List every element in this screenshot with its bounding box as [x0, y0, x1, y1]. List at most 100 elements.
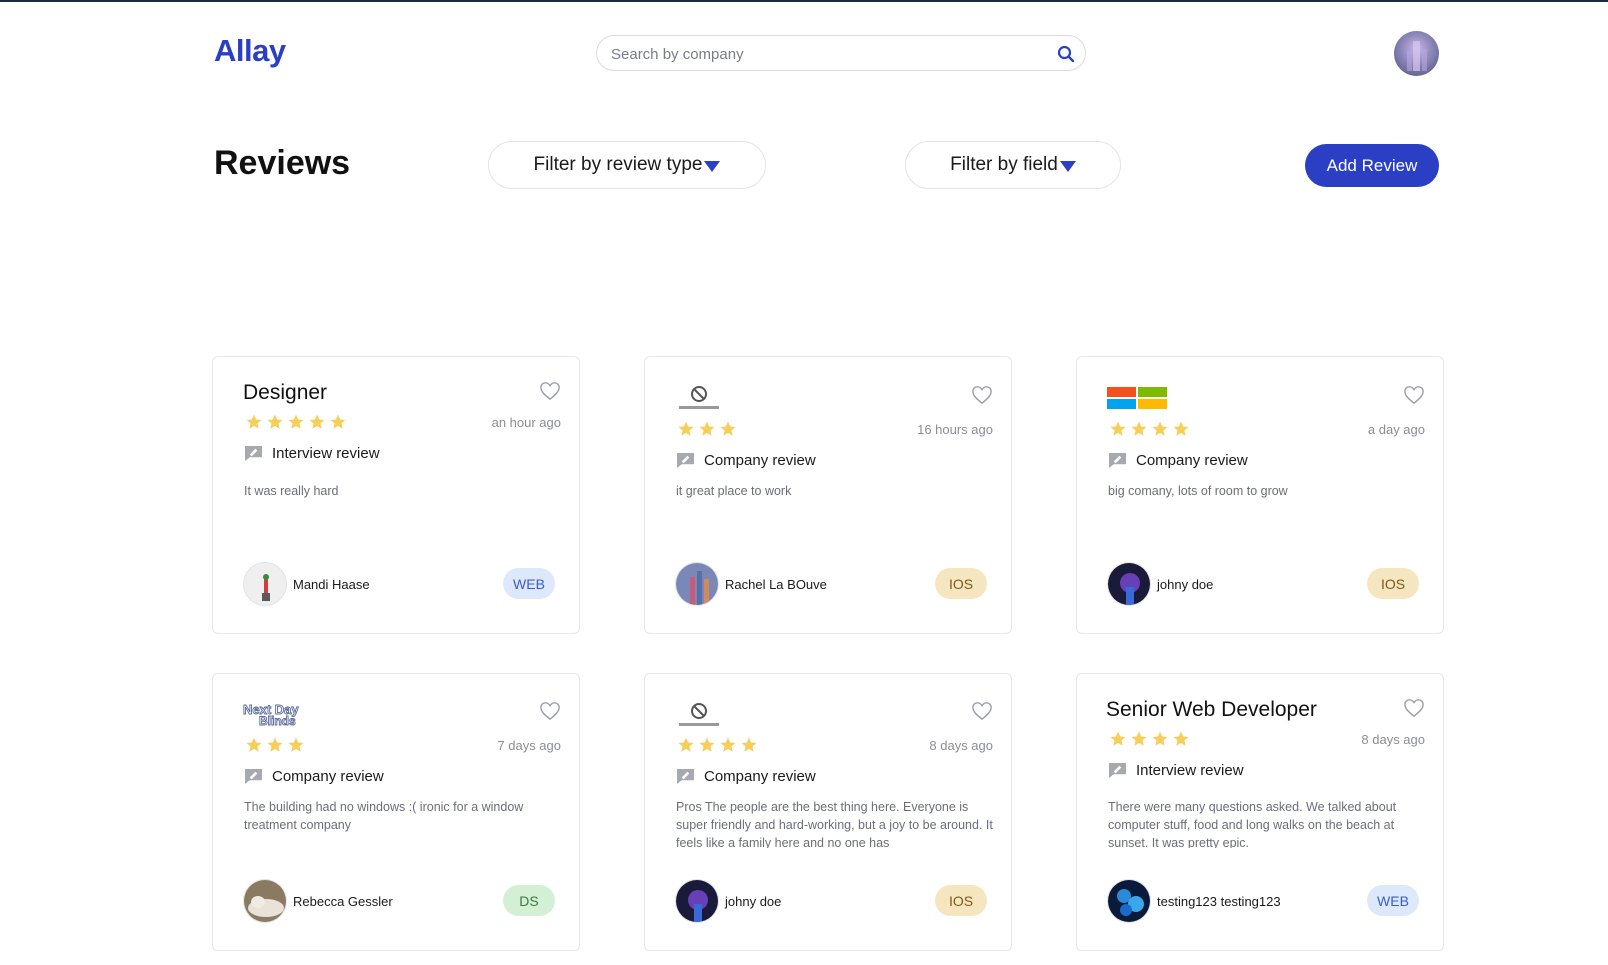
- star-rating: [677, 736, 758, 754]
- review-type: Interview review: [1108, 762, 1244, 779]
- review-author: johny doe: [675, 879, 781, 923]
- star-icon: [678, 421, 694, 436]
- review-card[interactable]: Senior Web Developer 8 days ago Intervie…: [1076, 673, 1444, 951]
- review-time: a day ago: [1367, 422, 1425, 437]
- review-type: Company review: [676, 768, 816, 785]
- star-icon: [699, 737, 715, 752]
- author-name: johny doe: [725, 893, 782, 909]
- review-author: johny doe: [1107, 562, 1213, 606]
- review-type-label: Company review: [1136, 452, 1248, 469]
- review-comment-icon: [677, 768, 694, 785]
- next-day-blinds-logo: Next DayBlinds: [243, 702, 300, 729]
- star-icon: [699, 421, 715, 436]
- filter-review-type-label: Filter by review type: [533, 154, 703, 175]
- heart-icon[interactable]: [1403, 385, 1425, 405]
- allay-logo[interactable]: Allay: [214, 33, 286, 69]
- field-badge: IOS: [935, 568, 987, 599]
- field-badge: WEB: [1367, 885, 1419, 916]
- review-text: It was really hard: [244, 484, 339, 498]
- star-icon: [1173, 421, 1189, 436]
- review-time: 7 days ago: [497, 738, 561, 753]
- star-icon: [330, 414, 346, 429]
- heart-icon[interactable]: [539, 701, 561, 721]
- star-icon: [1131, 731, 1147, 746]
- review-time: 8 days ago: [929, 738, 993, 753]
- star-rating: [1109, 730, 1190, 748]
- review-text: it great place to work: [676, 484, 792, 498]
- review-time: 16 hours ago: [917, 422, 993, 437]
- review-comment-icon: [1109, 452, 1126, 469]
- star-icon: [720, 421, 736, 436]
- star-rating: [245, 413, 347, 431]
- review-card[interactable]: Next Day Blinds 7 days ago Company review…: [212, 673, 580, 951]
- review-card[interactable]: 8 days ago Company review Pros The peopl…: [644, 673, 1012, 951]
- review-type-label: Interview review: [272, 445, 380, 462]
- review-job-title: Designer: [243, 381, 328, 404]
- star-rating: [245, 736, 305, 754]
- star-rating: [1109, 420, 1190, 438]
- star-icon: [720, 737, 736, 752]
- field-badge: DS: [503, 885, 555, 916]
- svg-text:Blinds: Blinds: [259, 714, 296, 728]
- field-badge: IOS: [935, 885, 987, 916]
- review-type: Company review: [676, 452, 816, 469]
- review-author: testing123 testing123: [1107, 879, 1281, 923]
- author-avatar: [675, 562, 719, 606]
- author-name: Rachel La BOuve: [725, 576, 827, 592]
- star-icon: [1152, 421, 1168, 436]
- star-icon: [1152, 731, 1168, 746]
- star-icon: [288, 414, 304, 429]
- review-comment-icon: [1109, 762, 1126, 779]
- author-name: Mandi Haase: [293, 576, 370, 592]
- star-icon: [1131, 421, 1147, 436]
- author-name: Rebecca Gessler: [293, 893, 393, 909]
- user-avatar[interactable]: [1394, 31, 1439, 76]
- review-text: The building had no windows :( ironic fo…: [244, 800, 524, 832]
- review-comment-icon: [245, 445, 262, 462]
- heart-icon[interactable]: [1403, 698, 1425, 718]
- star-icon: [246, 414, 262, 429]
- author-avatar: [1107, 562, 1151, 606]
- review-card[interactable]: a day ago Company review big comany, lot…: [1076, 356, 1444, 634]
- heart-icon[interactable]: [539, 381, 561, 401]
- search-icon[interactable]: [1057, 45, 1075, 63]
- search-input[interactable]: [611, 44, 1041, 64]
- review-comment-icon: [245, 768, 262, 785]
- star-icon: [1173, 731, 1189, 746]
- author-avatar: [675, 879, 719, 923]
- author-avatar: [243, 879, 287, 923]
- review-type-label: Company review: [704, 768, 816, 785]
- caret-down-icon: [704, 160, 721, 172]
- filter-field-dropdown[interactable]: Filter by field: [905, 141, 1121, 189]
- filter-review-type-dropdown[interactable]: Filter by review type: [488, 141, 766, 189]
- review-time: an hour ago: [491, 415, 561, 430]
- review-type-label: Company review: [272, 768, 384, 785]
- author-avatar: [243, 562, 287, 606]
- star-icon: [267, 414, 283, 429]
- review-text: big comany, lots of room to grow: [1108, 484, 1288, 498]
- review-type-label: Company review: [704, 452, 816, 469]
- heart-icon[interactable]: [971, 701, 993, 721]
- star-icon: [246, 737, 262, 752]
- review-text: There were many questions asked. We talk…: [1108, 800, 1397, 848]
- review-author: Rachel La BOuve: [675, 562, 827, 606]
- review-type-label: Interview review: [1136, 762, 1244, 779]
- author-name: testing123 testing123: [1157, 893, 1281, 909]
- add-review-button[interactable]: Add Review: [1305, 144, 1439, 187]
- author-avatar: [1107, 879, 1151, 923]
- field-badge: IOS: [1367, 568, 1419, 599]
- review-job-title: Senior Web Developer: [1106, 698, 1317, 721]
- filter-field-label: Filter by field: [950, 154, 1058, 175]
- heart-icon[interactable]: [971, 385, 993, 405]
- star-icon: [678, 737, 694, 752]
- review-type: Company review: [244, 768, 384, 785]
- site-header: Allay: [0, 0, 1608, 100]
- no-logo-available-icon: [679, 386, 719, 409]
- review-card[interactable]: Designer an hour ago Interview review It…: [212, 356, 580, 634]
- page-title: Reviews: [214, 144, 351, 182]
- review-type: Company review: [1108, 452, 1248, 469]
- microsoft-logo: [1107, 387, 1167, 409]
- review-card[interactable]: 16 hours ago Company review it great pla…: [644, 356, 1012, 634]
- review-type: Interview review: [244, 445, 380, 462]
- review-text: Pros The people are the best thing here.…: [676, 800, 993, 848]
